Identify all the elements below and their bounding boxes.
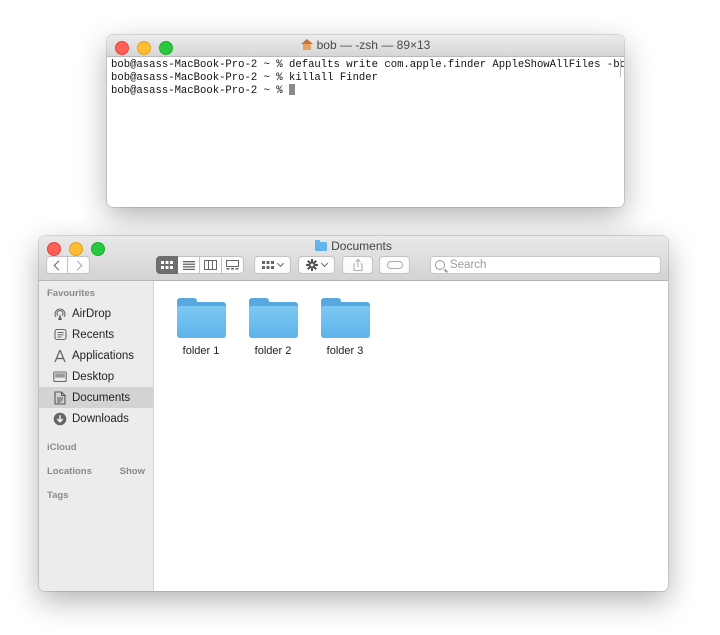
finder-window[interactable]: Documents Search Favourites AirDrop Rece… [39,236,668,591]
folder-icon [248,298,298,338]
chevron-right-icon [72,260,82,270]
action-button[interactable] [298,256,335,274]
folder-label: folder 1 [182,345,220,357]
column-view-button[interactable] [200,256,222,274]
tag-icon [386,261,403,269]
terminal-line: bob@asass-MacBook-Pro-2 ~ % killall Find… [111,71,379,84]
sidebar-item-desktop[interactable]: Desktop [39,366,153,387]
chevron-down-icon [320,259,329,268]
share-button[interactable] [342,256,373,274]
sidebar-item-airdrop[interactable]: AirDrop [39,303,153,324]
folder-item[interactable]: folder 1 [169,298,233,357]
sidebar-section-tags[interactable]: Tags [39,489,153,503]
sidebar-section-favourites: Favourites [47,288,96,299]
forward-button[interactable] [68,256,90,274]
terminal-output[interactable]: bob@asass-MacBook-Pro-2 ~ % defaults wri… [107,57,624,100]
list-view-button[interactable] [178,256,200,274]
icon-view-icon [161,260,173,269]
search-icon [435,260,445,270]
chevron-left-icon [53,260,64,270]
group-by-button[interactable] [254,256,291,274]
sidebar-item-recents[interactable]: Recents [39,324,153,345]
terminal-prompt-line: bob@asass-MacBook-Pro-2 ~ % [111,84,620,98]
desktop-icon [53,370,67,384]
gallery-view-button[interactable] [222,256,244,274]
folder-item[interactable]: folder 2 [241,298,305,357]
column-view-icon [204,260,217,270]
terminal-title: bob — -zsh — 89×13 [107,38,624,52]
sidebar-section-icloud[interactable]: iCloud [39,441,153,455]
folder-icon [176,298,226,338]
text-cursor [289,84,296,95]
terminal-line: bob@asass-MacBook-Pro-2 ~ % defaults wri… [111,59,624,71]
terminal-scrollbar[interactable] [620,59,621,77]
chevron-down-icon [276,259,285,268]
sidebar-item-downloads[interactable]: Downloads [39,408,153,429]
tags-button[interactable] [379,256,410,274]
documents-icon [53,390,67,405]
navigation-buttons [46,256,90,274]
sidebar-item-documents[interactable]: Documents [39,387,153,408]
gear-icon [306,259,318,271]
folder-icon [315,240,328,251]
finder-toolbar[interactable]: Documents [39,236,668,281]
terminal-window[interactable]: bob — -zsh — 89×13 bob@asass-MacBook-Pro… [107,35,624,207]
folder-icon [320,298,370,338]
locations-show-button[interactable]: Show [120,465,145,479]
home-icon [300,39,313,50]
back-button[interactable] [46,256,68,274]
downloads-icon [53,412,67,426]
folder-item[interactable]: folder 3 [313,298,377,357]
sidebar-section-locations[interactable]: Locations Show [39,465,153,479]
finder-sidebar: Favourites AirDrop Recents Applications … [39,281,154,591]
finder-content-area[interactable]: folder 1 folder 2 folder 3 [154,281,668,591]
folder-label: folder 2 [254,345,292,357]
view-mode-control [156,256,244,274]
applications-icon [53,349,67,363]
terminal-titlebar[interactable]: bob — -zsh — 89×13 [107,35,624,57]
gallery-view-icon [226,260,239,270]
recents-icon [53,328,67,342]
sidebar-item-applications[interactable]: Applications [39,345,153,366]
icon-view-button[interactable] [156,256,178,274]
group-icon [262,260,274,269]
folder-label: folder 3 [326,345,364,357]
share-icon [353,259,362,271]
list-view-icon [182,260,195,270]
airdrop-icon [53,307,67,321]
finder-title: Documents [39,239,668,253]
search-field[interactable] [430,256,661,274]
search-input[interactable] [450,259,650,271]
